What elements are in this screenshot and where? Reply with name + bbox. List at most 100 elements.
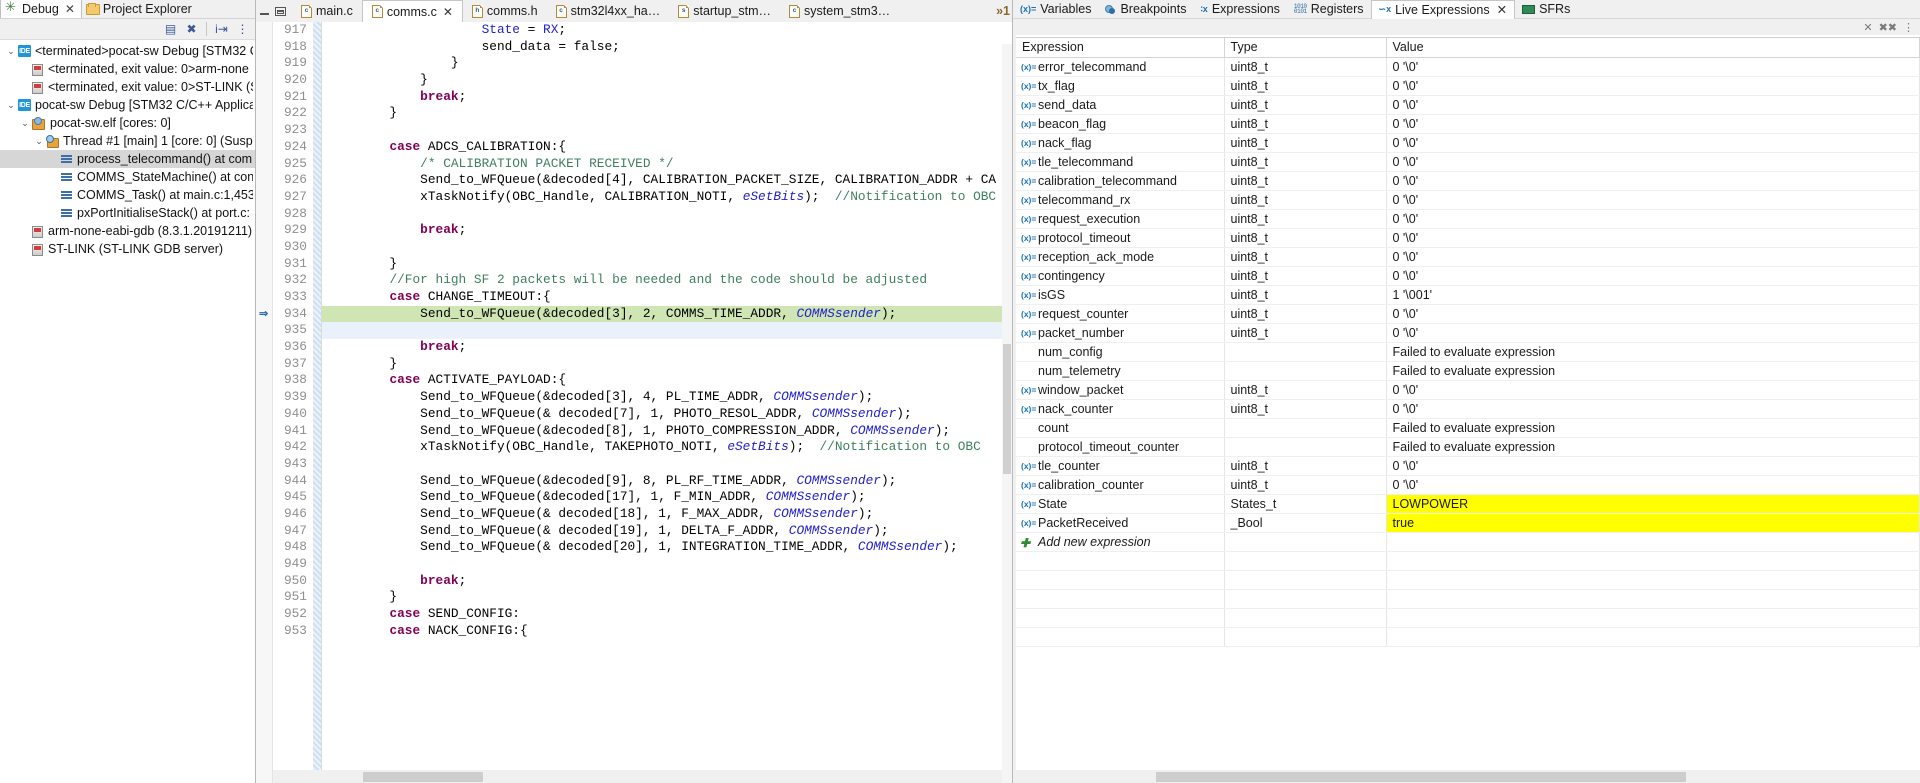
editor-tab-systemstm3[interactable]: c system_stm3… (780, 0, 899, 22)
expression-value[interactable]: 0 '\0' (1386, 114, 1920, 134)
table-row[interactable]: (x)= isGS uint8_t 1 '\001' (1016, 285, 1920, 305)
expand-chevron-icon[interactable]: ⌄ (32, 136, 46, 147)
expression-name[interactable]: (x)= packet_number (1016, 323, 1225, 343)
debug-tree-item[interactable]: ⌄pxPortInitialiseStack() at port.c: (0, 204, 255, 222)
table-row[interactable]: (x)= calibration_counter uint8_t 0 '\0' (1016, 475, 1920, 495)
expressions-view-tabbar[interactable]: (x)= Variables Breakpoints ∶x Expressions 101… (1013, 0, 1920, 19)
expression-name[interactable]: num_telemetry (1016, 361, 1225, 381)
tab-project-explorer[interactable]: Project Explorer (82, 0, 198, 18)
table-row[interactable]: (x)= send_data uint8_t 0 '\0' (1016, 95, 1920, 115)
code-line[interactable] (322, 239, 1012, 256)
expression-name[interactable]: (x)= nack_counter (1016, 399, 1225, 419)
code-line[interactable]: } (322, 356, 1012, 373)
code-line[interactable]: //For high SF 2 packets will be needed a… (322, 272, 1012, 289)
code-line[interactable]: Send_to_WFQueue(&decoded[9], 8, PL_RF_TI… (322, 473, 1012, 490)
expression-value[interactable]: 0 '\0' (1386, 76, 1920, 96)
expression-value[interactable]: 0 '\0' (1386, 399, 1920, 419)
table-row[interactable]: protocol_timeout_counter Failed to evalua… (1016, 437, 1920, 457)
breakpoint-ruler[interactable]: ⇒ (256, 22, 273, 783)
debug-tree-item[interactable]: ⌄ IDE <terminated>pocat-sw Debug [STM32 C (0, 42, 255, 60)
table-row[interactable]: (x)= beacon_flag uint8_t 0 '\0' (1016, 114, 1920, 134)
expression-name[interactable]: (x)= isGS (1016, 285, 1225, 305)
column-header-value[interactable]: Value (1386, 38, 1920, 58)
expression-value[interactable]: 0 '\0' (1386, 133, 1920, 153)
expression-name[interactable]: (x)= telecommand_rx (1016, 190, 1225, 210)
code-line[interactable]: xTaskNotify(OBC_Handle, CALIBRATION_NOTI… (322, 189, 1012, 206)
expression-value[interactable]: 0 '\0' (1386, 190, 1920, 210)
code-line[interactable]: case CHANGE_TIMEOUT:{ (322, 289, 1012, 306)
table-row[interactable]: (x)= packet_number uint8_t 0 '\0' (1016, 323, 1920, 343)
collapse-all-icon[interactable]: ▤ (162, 21, 179, 38)
editor-tabs[interactable]: c main.c c comms.c ✕ h comms.h c stm32l4xx_ha… s s… (292, 0, 1012, 22)
expression-name[interactable]: (x)= PacketReceived (1016, 513, 1225, 533)
expression-name[interactable]: (x)= tle_telecommand (1016, 152, 1225, 172)
code-line[interactable]: Send_to_WFQueue(& decoded[7], 1, PHOTO_R… (322, 406, 1012, 423)
code-line[interactable]: Send_to_WFQueue(&decoded[17], 1, F_MIN_A… (322, 489, 1012, 506)
code-line[interactable]: } (322, 72, 1012, 89)
tab-registers[interactable]: 1010 0101 Registers (1287, 0, 1371, 19)
debug-tree-item[interactable]: ⌄ pocat-sw.elf [cores: 0] (0, 114, 255, 132)
folding-ruler[interactable] (313, 22, 322, 783)
expression-value[interactable]: Failed to evaluate expression (1386, 342, 1920, 362)
code-line[interactable]: case NACK_CONFIG:{ (322, 623, 1012, 640)
expression-name[interactable]: (x)= State (1016, 494, 1225, 514)
code-line[interactable]: Send_to_WFQueue(&decoded[3], 4, PL_TIME_… (322, 389, 1012, 406)
expand-chevron-icon[interactable]: ⌄ (4, 46, 18, 57)
table-row[interactable]: (x)= contingency uint8_t 0 '\0' (1016, 266, 1920, 286)
table-row[interactable]: (x)= nack_counter uint8_t 0 '\0' (1016, 399, 1920, 419)
code-line[interactable]: break; (322, 89, 1012, 106)
expression-name[interactable]: num_config (1016, 342, 1225, 362)
tab-live-expressions[interactable]: ∽x Live Expressions ✕ (1370, 0, 1516, 19)
expressions-horizontal-scrollbar[interactable] (1016, 770, 1920, 783)
remove-all-icon[interactable]: ✖✖ (1879, 21, 1897, 34)
expression-name[interactable]: (x)= error_telecommand (1016, 57, 1225, 77)
table-row[interactable]: (x)= window_packet uint8_t 0 '\0' (1016, 380, 1920, 400)
tab-sfrs[interactable]: SFRs (1515, 0, 1577, 19)
code-line[interactable]: Send_to_WFQueue(& decoded[18], 1, F_MAX_… (322, 506, 1012, 523)
scrollbar-thumb[interactable] (1156, 772, 1686, 782)
table-row[interactable]: (x)= protocol_timeout uint8_t 0 '\0' (1016, 228, 1920, 248)
add-new-expression-cell[interactable]: ✚ Add new expression (1016, 532, 1225, 552)
table-row[interactable]: (x)= nack_flag uint8_t 0 '\0' (1016, 133, 1920, 153)
table-row[interactable]: (x)= request_counter uint8_t 0 '\0' (1016, 304, 1920, 324)
table-row[interactable]: (x)= PacketReceived _Bool true (1016, 513, 1920, 533)
debug-tree-item[interactable]: ⌄COMMS_StateMachine() at con (0, 168, 255, 186)
table-row[interactable]: (x)= calibration_telecommand uint8_t 0 '\0' (1016, 171, 1920, 191)
code-line[interactable]: xTaskNotify(OBC_Handle, TAKEPHOTO_NOTI, … (322, 439, 1012, 456)
expression-value[interactable]: 0 '\0' (1386, 247, 1920, 267)
code-line[interactable]: /* CALIBRATION PACKET RECEIVED */ (322, 156, 1012, 173)
expression-value[interactable]: 0 '\0' (1386, 209, 1920, 229)
expression-value[interactable]: true (1386, 513, 1920, 533)
editor-tab-startupstm[interactable]: s startup_stm… (669, 0, 780, 22)
restore-icon[interactable] (275, 6, 286, 16)
editor-tab-commsc[interactable]: c comms.c ✕ (361, 0, 463, 22)
table-row[interactable]: count Failed to evaluate expression (1016, 418, 1920, 438)
expression-name[interactable]: (x)= calibration_counter (1016, 475, 1225, 495)
expression-name[interactable]: (x)= beacon_flag (1016, 114, 1225, 134)
code-line[interactable]: State = RX; (322, 22, 1012, 39)
debug-tree-item[interactable]: ⌄ Thread #1 [main] 1 [core: 0] (Susp (0, 132, 255, 150)
expression-name[interactable]: (x)= protocol_timeout (1016, 228, 1225, 248)
scrollbar-thumb[interactable] (1003, 344, 1011, 474)
view-menu-icon[interactable]: ⋮ (1903, 21, 1914, 34)
minimize-icon[interactable] (260, 7, 271, 16)
editor-tab-commsh[interactable]: h comms.h (463, 0, 547, 22)
expression-name[interactable]: (x)= request_execution (1016, 209, 1225, 229)
code-line[interactable]: Send_to_WFQueue(&decoded[3], 2, COMMS_TI… (322, 305, 1012, 323)
debug-tree-item[interactable]: ⌄<terminated, exit value: 0>ST-LINK (S (0, 78, 255, 96)
code-line[interactable]: } (322, 589, 1012, 606)
expression-name[interactable]: (x)= window_packet (1016, 380, 1225, 400)
table-row[interactable]: (x)= tle_counter uint8_t 0 '\0' (1016, 456, 1920, 476)
expression-value[interactable]: 0 '\0' (1386, 228, 1920, 248)
expression-name[interactable]: (x)= tx_flag (1016, 76, 1225, 96)
expressions-table-wrap[interactable]: Expression Type Value (x)= error_telecomm… (1016, 37, 1920, 769)
tab-variables[interactable]: (x)= Variables (1013, 0, 1098, 19)
disconnect-icon[interactable]: ✖ (183, 21, 200, 38)
expression-value[interactable]: Failed to evaluate expression (1386, 361, 1920, 381)
code-line[interactable]: } (322, 256, 1012, 273)
code-line[interactable]: break; (322, 222, 1012, 239)
code-line[interactable]: Send_to_WFQueue(&decoded[8], 1, PHOTO_CO… (322, 423, 1012, 440)
code-line[interactable]: } (322, 105, 1012, 122)
code-line[interactable]: break; (322, 339, 1012, 356)
table-row[interactable]: (x)= request_execution uint8_t 0 '\0' (1016, 209, 1920, 229)
